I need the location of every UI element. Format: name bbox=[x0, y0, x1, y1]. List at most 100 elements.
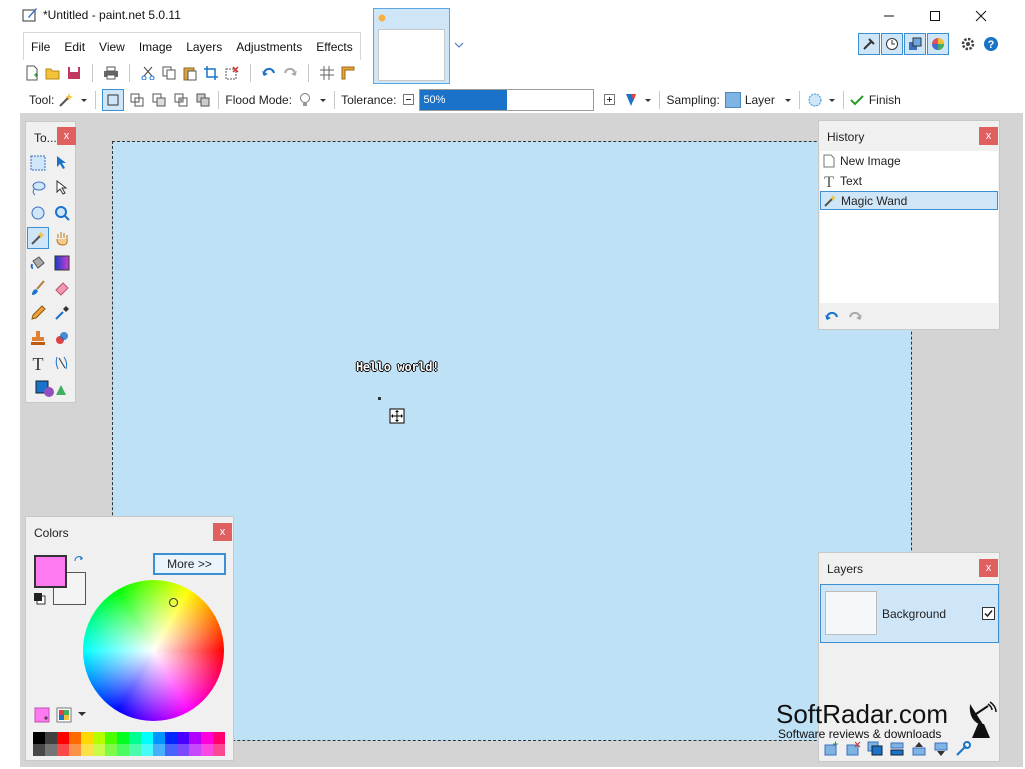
duplicate-layer-icon[interactable] bbox=[867, 741, 883, 757]
ruler-icon[interactable] bbox=[339, 64, 357, 82]
palette-swatch[interactable] bbox=[189, 732, 201, 744]
history-item[interactable]: New Image bbox=[820, 151, 998, 170]
text-tool-icon[interactable]: T bbox=[27, 352, 49, 374]
move-layer-down-icon[interactable] bbox=[933, 741, 949, 757]
palette-menu-icon[interactable] bbox=[56, 707, 72, 723]
colors-panel-close-button[interactable]: x bbox=[213, 523, 232, 541]
palette-swatch[interactable] bbox=[153, 732, 165, 744]
fill-mode-icon[interactable] bbox=[622, 91, 640, 109]
layers-panel-close-button[interactable]: x bbox=[979, 559, 998, 577]
palette-swatch[interactable] bbox=[213, 732, 225, 744]
reset-colors-icon[interactable] bbox=[33, 592, 47, 606]
move-layer-up-icon[interactable] bbox=[911, 741, 927, 757]
palette-swatch[interactable] bbox=[141, 732, 153, 744]
gradient-tool-icon[interactable] bbox=[51, 252, 73, 274]
menu-edit[interactable]: Edit bbox=[57, 34, 92, 60]
add-to-palette-icon[interactable] bbox=[34, 707, 50, 723]
sampling-chevron-icon[interactable] bbox=[783, 95, 793, 105]
palette-swatch[interactable] bbox=[45, 732, 57, 744]
palette-swatch[interactable] bbox=[165, 732, 177, 744]
palette-swatch[interactable] bbox=[141, 744, 153, 756]
lasso-select-tool-icon[interactable] bbox=[27, 177, 49, 199]
layers-window-toggle[interactable] bbox=[904, 33, 926, 55]
palette-menu-chevron-icon[interactable] bbox=[78, 712, 86, 718]
paint-bucket-tool-icon[interactable] bbox=[27, 252, 49, 274]
tools-window-toggle[interactable] bbox=[858, 33, 880, 55]
pan-tool-icon[interactable] bbox=[51, 227, 73, 249]
menu-effects[interactable]: Effects bbox=[309, 34, 359, 60]
antialias-chevron-icon[interactable] bbox=[827, 95, 837, 105]
line-curve-tool-icon[interactable] bbox=[51, 352, 73, 374]
history-item[interactable]: T Text bbox=[820, 171, 998, 190]
new-file-icon[interactable] bbox=[23, 64, 41, 82]
palette-swatch[interactable] bbox=[177, 744, 189, 756]
flood-mode-chevron-icon[interactable] bbox=[318, 95, 328, 105]
palette-swatch[interactable] bbox=[81, 744, 93, 756]
close-button[interactable] bbox=[958, 0, 1004, 31]
palette-swatch[interactable] bbox=[129, 744, 141, 756]
crop-to-selection-icon[interactable] bbox=[202, 64, 220, 82]
palette-swatch[interactable] bbox=[93, 732, 105, 744]
palette-swatch[interactable] bbox=[105, 744, 117, 756]
open-file-icon[interactable] bbox=[44, 64, 62, 82]
magic-wand-tool-icon[interactable] bbox=[57, 91, 75, 109]
color-wheel-picker-handle[interactable] bbox=[169, 598, 178, 607]
selection-mode-exclude-icon[interactable] bbox=[150, 91, 168, 109]
cut-icon[interactable] bbox=[139, 64, 157, 82]
recolor-tool-icon[interactable] bbox=[51, 327, 73, 349]
layer-row[interactable]: Background bbox=[820, 584, 999, 643]
copy-icon[interactable] bbox=[160, 64, 178, 82]
palette-swatch[interactable] bbox=[201, 744, 213, 756]
palette-swatch[interactable] bbox=[81, 732, 93, 744]
menu-file[interactable]: File bbox=[24, 34, 57, 60]
history-undo-icon[interactable] bbox=[824, 311, 840, 323]
swap-colors-icon[interactable] bbox=[73, 555, 85, 567]
finish-button[interactable]: Finish bbox=[869, 93, 901, 107]
print-icon[interactable] bbox=[102, 64, 120, 82]
tolerance-increase-icon[interactable] bbox=[604, 94, 616, 106]
move-selected-pixels-tool-icon[interactable] bbox=[51, 152, 73, 174]
palette-swatch[interactable] bbox=[33, 744, 45, 756]
tool-dropdown-chevron-icon[interactable] bbox=[79, 95, 89, 105]
merge-layer-down-icon[interactable] bbox=[889, 741, 905, 757]
palette-swatch[interactable] bbox=[165, 744, 177, 756]
history-panel-close-button[interactable]: x bbox=[979, 127, 998, 145]
history-item-selected[interactable]: Magic Wand bbox=[820, 191, 998, 210]
magic-wand-tool-icon[interactable] bbox=[27, 227, 49, 249]
palette-swatch[interactable] bbox=[45, 744, 57, 756]
palette-swatch[interactable] bbox=[213, 744, 225, 756]
paintbrush-tool-icon[interactable] bbox=[27, 277, 49, 299]
maximize-button[interactable] bbox=[912, 0, 958, 31]
palette-swatch[interactable] bbox=[69, 732, 81, 744]
shapes-tool-icon[interactable] bbox=[33, 377, 69, 399]
minimize-button[interactable] bbox=[866, 0, 912, 31]
grid-icon[interactable] bbox=[318, 64, 336, 82]
palette-swatch[interactable] bbox=[129, 732, 141, 744]
palette-swatch[interactable] bbox=[33, 732, 45, 744]
palette-swatch[interactable] bbox=[69, 744, 81, 756]
menu-view[interactable]: View bbox=[92, 34, 132, 60]
clone-stamp-tool-icon[interactable] bbox=[27, 327, 49, 349]
history-redo-icon[interactable] bbox=[847, 311, 863, 323]
undo-icon[interactable] bbox=[260, 64, 278, 82]
paste-icon[interactable] bbox=[181, 64, 199, 82]
palette-swatch[interactable] bbox=[57, 732, 69, 744]
selection-mode-union-icon[interactable] bbox=[128, 91, 146, 109]
primary-color-swatch[interactable] bbox=[34, 555, 67, 588]
settings-gear-icon[interactable] bbox=[960, 36, 976, 52]
more-colors-button[interactable]: More >> bbox=[153, 553, 226, 575]
selection-mode-xor-icon[interactable] bbox=[194, 91, 212, 109]
move-selection-tool-icon[interactable] bbox=[51, 177, 73, 199]
palette-swatch[interactable] bbox=[93, 744, 105, 756]
layer-properties-icon[interactable] bbox=[955, 741, 971, 757]
redo-icon[interactable] bbox=[281, 64, 299, 82]
palette-swatch[interactable] bbox=[117, 732, 129, 744]
palette-swatch[interactable] bbox=[105, 732, 117, 744]
zoom-tool-icon[interactable] bbox=[51, 202, 73, 224]
palette-swatch[interactable] bbox=[177, 732, 189, 744]
delete-layer-icon[interactable] bbox=[845, 741, 861, 757]
help-icon[interactable]: ? bbox=[983, 36, 999, 52]
deselect-icon[interactable] bbox=[223, 64, 241, 82]
palette-swatch[interactable] bbox=[189, 744, 201, 756]
selection-mode-replace-icon[interactable] bbox=[102, 89, 125, 111]
